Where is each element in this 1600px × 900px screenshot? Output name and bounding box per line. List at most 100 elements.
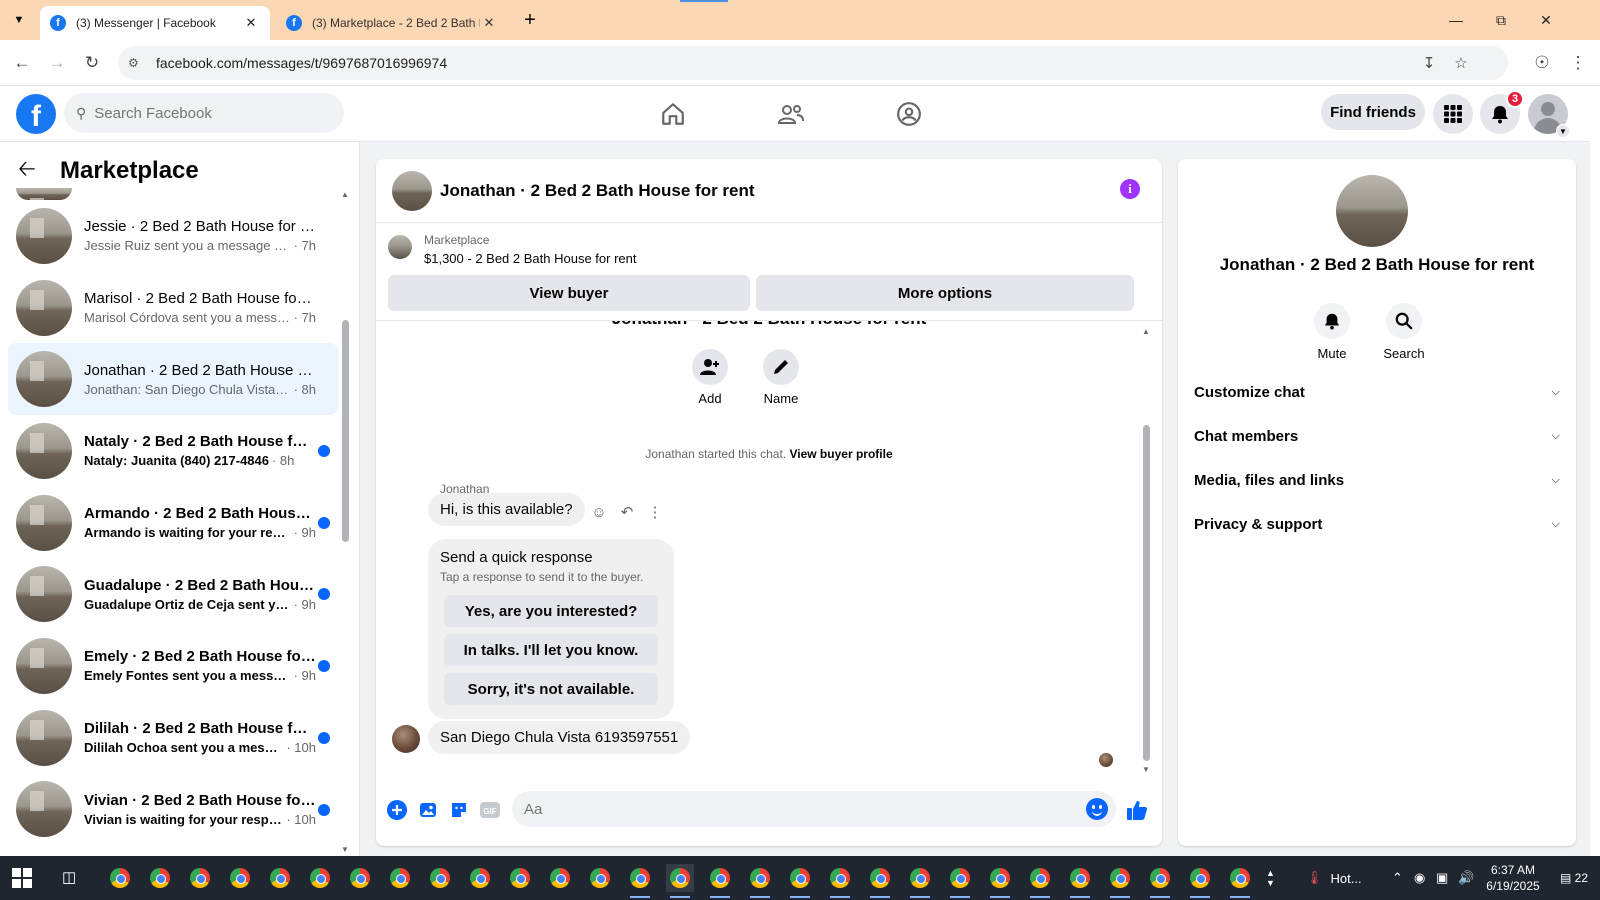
restore-icon[interactable]: ⧉ bbox=[1486, 8, 1516, 32]
facebook-logo[interactable]: f bbox=[16, 94, 56, 134]
section-customize-chat[interactable]: Customize chat ⌵ bbox=[1194, 370, 1560, 414]
search-action[interactable]: Search bbox=[1374, 303, 1434, 361]
chrome-taskbar-icon[interactable] bbox=[226, 864, 254, 892]
reload-icon[interactable]: ↻ bbox=[80, 51, 104, 75]
chrome-taskbar-icon[interactable] bbox=[786, 864, 814, 898]
chrome-taskbar-icon[interactable] bbox=[386, 864, 414, 892]
gif-icon[interactable]: GIF bbox=[479, 799, 501, 821]
scroll-down-icon[interactable]: ▼ bbox=[340, 845, 350, 854]
conversation-item[interactable]: Jonathan · 2 Bed 2 Bath House for rent Jo… bbox=[8, 343, 338, 416]
thumbs-up-icon[interactable] bbox=[1126, 799, 1148, 821]
section-chat-members[interactable]: Chat members ⌵ bbox=[1194, 414, 1560, 458]
react-icon[interactable]: ☺ bbox=[590, 504, 608, 521]
conversation-item[interactable]: Jessie · 2 Bed 2 Bath House for rent Jess… bbox=[8, 200, 338, 272]
add-person-icon[interactable] bbox=[692, 349, 728, 385]
reply-icon[interactable]: ↶ bbox=[618, 503, 636, 521]
chrome-taskbar-icon[interactable] bbox=[1066, 864, 1094, 898]
chrome-taskbar-icon[interactable] bbox=[146, 864, 174, 892]
plus-circle-icon[interactable] bbox=[386, 799, 408, 821]
mute-action[interactable]: Mute bbox=[1302, 303, 1362, 361]
search-icon[interactable] bbox=[1386, 303, 1422, 339]
conversation-item[interactable]: Vivian · 2 Bed 2 Bath House for rent Vivi… bbox=[8, 774, 338, 846]
chrome-taskbar-icon[interactable] bbox=[746, 864, 774, 898]
chrome-taskbar-icon[interactable] bbox=[586, 864, 614, 892]
taskbar-scroll-arrows-icon[interactable]: ▲ ▼ bbox=[1266, 856, 1275, 900]
chrome-taskbar-icon[interactable] bbox=[906, 864, 934, 898]
info-avatar[interactable] bbox=[1336, 175, 1408, 247]
scrollbar-thumb[interactable] bbox=[342, 320, 349, 542]
chrome-taskbar-icon[interactable] bbox=[1186, 864, 1214, 898]
new-tab-button[interactable]: + bbox=[518, 8, 542, 32]
back-arrow-icon[interactable]: 🡠 bbox=[18, 152, 48, 190]
volume-icon[interactable]: 🔊 bbox=[1458, 856, 1474, 900]
page-scrollbar[interactable] bbox=[1590, 86, 1600, 856]
windows-start-icon[interactable] bbox=[12, 868, 32, 888]
chrome-taskbar-icon[interactable] bbox=[1146, 864, 1174, 898]
buyer-avatar[interactable] bbox=[392, 725, 420, 753]
chrome-taskbar-icon[interactable] bbox=[1026, 864, 1054, 898]
chrome-taskbar-icon[interactable] bbox=[1226, 864, 1254, 898]
close-window-icon[interactable]: ✕ bbox=[1531, 8, 1561, 32]
sidebar-scrollbar[interactable] bbox=[340, 190, 350, 840]
message-input-box[interactable] bbox=[512, 791, 1116, 827]
notification-center-icon[interactable]: ▤ 22 bbox=[1556, 866, 1592, 890]
menu-grid-icon[interactable] bbox=[1433, 94, 1473, 134]
chrome-taskbar-icon[interactable] bbox=[306, 864, 334, 892]
listing-thumbnail[interactable] bbox=[388, 235, 412, 259]
profile-icon[interactable]: ☉ bbox=[1530, 51, 1554, 75]
bookmark-star-icon[interactable]: ☆ bbox=[1448, 46, 1474, 80]
close-tab-icon[interactable]: ✕ bbox=[242, 15, 260, 31]
install-app-icon[interactable]: ↧ bbox=[1416, 46, 1442, 80]
tab-messenger[interactable]: f (3) Messenger | Facebook ✕ bbox=[40, 6, 270, 40]
chevron-down-icon[interactable]: ▼ bbox=[1556, 124, 1570, 138]
scroll-up-icon[interactable]: ▲ bbox=[1141, 327, 1151, 336]
view-buyer-button[interactable]: View buyer bbox=[388, 275, 750, 311]
weather-widget[interactable]: 🌡 Hot... bbox=[1306, 856, 1362, 900]
notifications-bell-icon[interactable]: 3 bbox=[1480, 90, 1524, 134]
home-nav-icon[interactable] bbox=[648, 98, 698, 130]
conversation-item[interactable]: Armando · 2 Bed 2 Bath House for rent Arm… bbox=[8, 487, 338, 559]
sticker-icon[interactable] bbox=[448, 799, 470, 821]
info-icon[interactable]: i bbox=[1120, 179, 1140, 199]
network-icon[interactable]: ▣ bbox=[1436, 856, 1448, 900]
chrome-taskbar-icon[interactable] bbox=[866, 864, 894, 898]
minimize-icon[interactable]: — bbox=[1441, 8, 1471, 32]
chrome-taskbar-icon[interactable] bbox=[186, 864, 214, 892]
friends-nav-icon[interactable] bbox=[766, 98, 816, 130]
section-privacy-support[interactable]: Privacy & support ⌵ bbox=[1194, 502, 1560, 546]
more-icon[interactable]: ⋮ bbox=[646, 503, 664, 521]
more-options-button[interactable]: More options bbox=[756, 275, 1134, 311]
show-hidden-icons-icon[interactable]: ⌃ bbox=[1392, 856, 1403, 900]
bell-icon[interactable] bbox=[1314, 303, 1350, 339]
chat-avatar[interactable] bbox=[392, 170, 432, 211]
quick-response-button[interactable]: Yes, are you interested? bbox=[444, 595, 658, 627]
list-item[interactable] bbox=[8, 188, 338, 200]
emoji-icon[interactable] bbox=[1086, 798, 1108, 820]
chrome-taskbar-icon[interactable] bbox=[946, 864, 974, 898]
chrome-taskbar-icon[interactable] bbox=[346, 864, 374, 892]
chrome-taskbar-icon[interactable] bbox=[666, 864, 694, 898]
conversation-item[interactable]: Guadalupe · 2 Bed 2 Bath House for rent G… bbox=[8, 558, 338, 630]
search-input[interactable] bbox=[94, 104, 315, 122]
chrome-taskbar-icon[interactable] bbox=[426, 864, 454, 892]
message-bubble[interactable]: San Diego Chula Vista 6193597551 bbox=[428, 721, 691, 754]
meet-icon[interactable]: ◉ bbox=[1414, 856, 1425, 900]
quick-response-button[interactable]: Sorry, it's not available. bbox=[444, 673, 658, 705]
tab-marketplace[interactable]: f (3) Marketplace - 2 Bed 2 Bath House ✕ bbox=[276, 6, 508, 40]
menu-kebab-icon[interactable]: ⋮ bbox=[1566, 51, 1590, 75]
task-view-icon[interactable]: ◫ bbox=[62, 868, 82, 888]
chrome-taskbar-icon[interactable] bbox=[546, 864, 574, 892]
quick-response-button[interactable]: In talks. I'll let you know. bbox=[444, 634, 658, 666]
chrome-taskbar-icon[interactable] bbox=[266, 864, 294, 892]
view-buyer-profile-link[interactable]: View buyer profile bbox=[789, 447, 892, 461]
chrome-taskbar-icon[interactable] bbox=[106, 864, 134, 892]
scroll-down-icon[interactable]: ▼ bbox=[1141, 765, 1151, 774]
conversation-item[interactable]: Nataly · 2 Bed 2 Bath House for rent Nata… bbox=[8, 415, 338, 487]
chrome-taskbar-icon[interactable] bbox=[626, 864, 654, 898]
forward-icon[interactable]: → bbox=[45, 51, 69, 75]
facebook-search[interactable]: ⚲ bbox=[64, 93, 344, 133]
conversation-item[interactable]: Marisol · 2 Bed 2 Bath House for rent Mar… bbox=[8, 272, 338, 344]
conversation-item[interactable]: Dililah · 2 Bed 2 Bath House for rent Dil… bbox=[8, 702, 338, 774]
add-action[interactable]: Add bbox=[680, 349, 740, 406]
url-text[interactable]: facebook.com/messages/t/9697687016996974 bbox=[156, 55, 447, 71]
